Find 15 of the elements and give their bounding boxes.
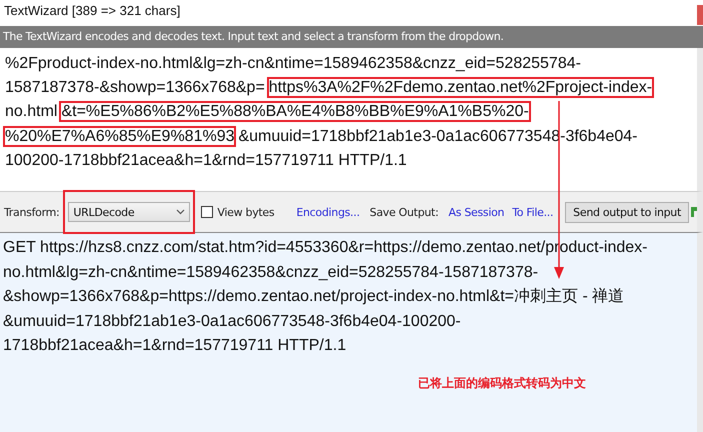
chevron-down-icon	[176, 209, 186, 215]
annotation-note: 已将上面的编码格式转码为中文	[418, 375, 586, 392]
window-title: TextWizard [389 => 321 chars]	[3, 2, 180, 20]
send-output-button[interactable]: Send output to input	[565, 202, 689, 222]
view-bytes-checkbox[interactable]	[201, 206, 214, 218]
transform-label: Transform:	[4, 206, 60, 218]
view-bytes-label[interactable]: View bytes	[217, 206, 274, 218]
save-output-label: Save Output:	[370, 206, 438, 218]
as-session-link[interactable]: As Session	[448, 206, 504, 218]
encodings-link[interactable]: Encodings...	[296, 206, 360, 218]
transform-dropdown[interactable]: URLDecode	[68, 202, 190, 222]
edge-marker	[697, 5, 703, 25]
arrow-icon	[691, 205, 697, 219]
to-file-link[interactable]: To File...	[512, 206, 554, 218]
description-bar: The TextWizard encodes and decodes text. Input text and select a transform from the dropdown.	[0, 26, 703, 48]
